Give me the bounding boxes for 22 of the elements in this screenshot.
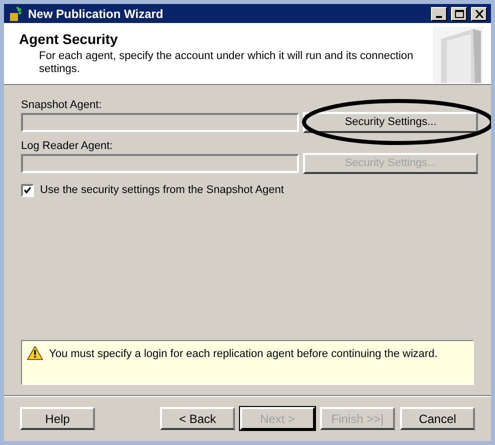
wizard-button[interactable]: Cancel <box>400 407 475 430</box>
agent-field[interactable] <box>21 113 300 132</box>
page-description: For each agent, specify the account under which it will run and its connection settings. <box>38 50 414 76</box>
wizard-button[interactable]: < Back <box>160 407 235 430</box>
app-icon <box>8 6 24 22</box>
check-icon <box>24 186 31 194</box>
agent-label: Log Reader Agent: <box>20 139 114 153</box>
maximize-icon <box>454 10 464 18</box>
agent-label: Snapshot Agent: <box>20 98 103 112</box>
close-icon <box>474 10 484 18</box>
window-title: New Publication Wizard <box>28 6 164 22</box>
checkbox[interactable] <box>21 184 34 197</box>
page-title: Agent Security <box>19 30 119 49</box>
warning-icon <box>27 346 43 360</box>
maximize-button[interactable] <box>451 6 467 20</box>
minimize-icon <box>436 16 442 18</box>
wizard-button[interactable]: Help <box>20 407 95 430</box>
checkbox-label: Use the security settings from the Snapshot Agent <box>40 183 284 198</box>
message-text: You must specify a login for each replication agent before continuing the wizard. <box>49 347 438 362</box>
close-button[interactable] <box>471 6 487 20</box>
minimize-button[interactable] <box>431 6 447 20</box>
security-settings-button[interactable]: Security Settings... <box>303 112 478 133</box>
